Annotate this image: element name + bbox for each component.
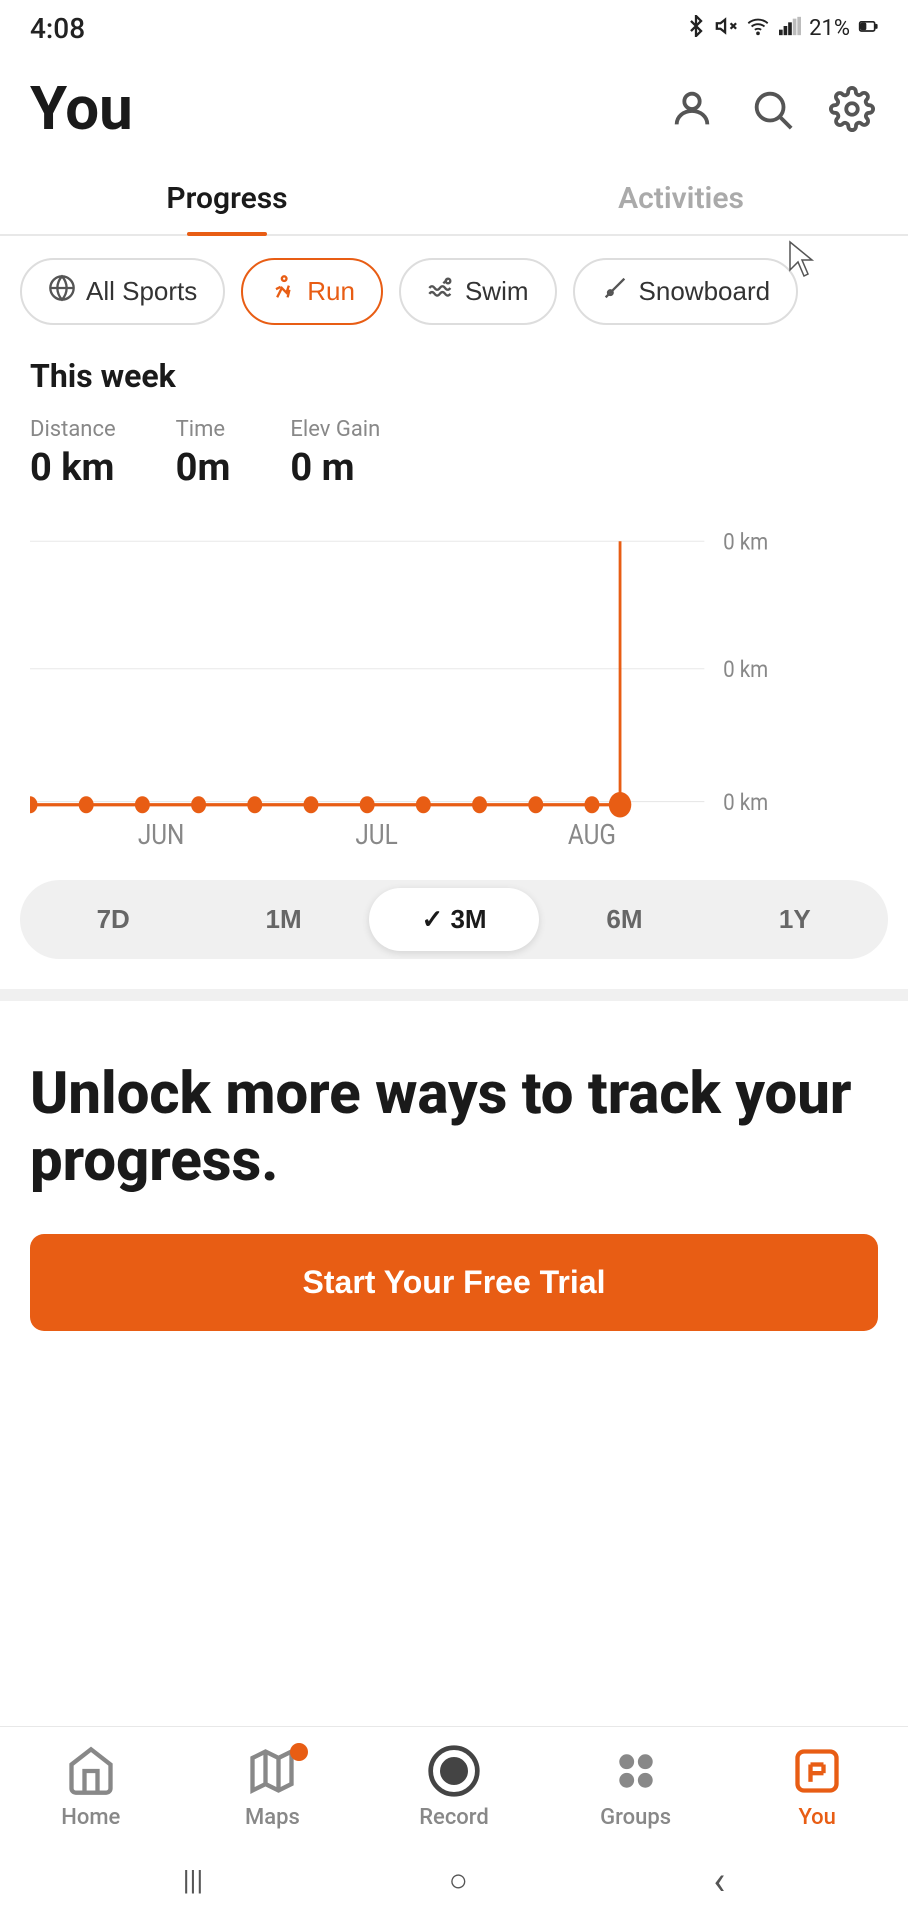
battery-icon bbox=[858, 16, 878, 42]
this-week-title: This week bbox=[30, 357, 878, 395]
all-sports-icon bbox=[48, 274, 76, 309]
tab-activities[interactable]: Activities bbox=[454, 159, 908, 234]
svg-text:0 km: 0 km bbox=[723, 657, 768, 684]
nav-maps-label: Maps bbox=[245, 1805, 300, 1830]
svg-text:AUG: AUG bbox=[568, 820, 616, 852]
system-home-btn[interactable]: ○ bbox=[449, 1861, 468, 1899]
bluetooth-icon bbox=[685, 15, 707, 43]
distance-value: 0 km bbox=[30, 446, 116, 490]
record-icon bbox=[426, 1743, 482, 1799]
sport-snowboard[interactable]: Snowboard bbox=[573, 258, 799, 325]
system-nav-bar: ||| ○ ‹ bbox=[0, 1840, 908, 1920]
trial-button[interactable]: Start Your Free Trial bbox=[30, 1234, 878, 1331]
nav-record[interactable]: Record bbox=[363, 1743, 545, 1830]
range-1y[interactable]: 1Y bbox=[710, 888, 880, 951]
nav-record-label: Record bbox=[419, 1805, 489, 1830]
wifi-icon bbox=[745, 15, 771, 43]
nav-groups[interactable]: Groups bbox=[545, 1743, 727, 1830]
range-1m[interactable]: 1M bbox=[198, 888, 368, 951]
snowboard-icon bbox=[601, 274, 629, 309]
sport-swim[interactable]: Swim bbox=[399, 258, 557, 325]
bottom-navigation: Home Maps Record bbox=[0, 1726, 908, 1840]
status-icons: 21% bbox=[685, 15, 878, 43]
upsell-section: Unlock more ways to track your progress.… bbox=[0, 1011, 908, 1371]
nav-you[interactable]: You bbox=[726, 1743, 908, 1830]
time-value: 0m bbox=[176, 446, 231, 490]
svg-text:JUN: JUN bbox=[138, 820, 185, 852]
nav-you-label: You bbox=[798, 1805, 835, 1830]
stat-elev-gain: Elev Gain 0 m bbox=[290, 417, 380, 490]
settings-icon-button[interactable] bbox=[826, 83, 878, 135]
page-title: You bbox=[30, 73, 133, 144]
status-time: 4:08 bbox=[30, 12, 85, 45]
range-3m[interactable]: ✓ 3M bbox=[369, 888, 539, 951]
svg-text:0 km: 0 km bbox=[723, 790, 768, 817]
status-bar: 4:08 bbox=[0, 0, 908, 53]
distance-label: Distance bbox=[30, 417, 116, 442]
nav-home-label: Home bbox=[61, 1805, 120, 1830]
battery-text: 21% bbox=[809, 16, 850, 41]
swim-icon bbox=[427, 274, 455, 309]
svg-text:JUL: JUL bbox=[355, 820, 397, 852]
elev-label: Elev Gain bbox=[290, 417, 380, 442]
page-header: You bbox=[0, 53, 908, 159]
this-week-section: This week Distance 0 km Time 0m Elev Gai… bbox=[0, 347, 908, 860]
sport-all-sports[interactable]: All Sports bbox=[20, 258, 225, 325]
upsell-title: Unlock more ways to track your progress. bbox=[30, 1061, 878, 1194]
sport-filter-bar: All Sports Run Swim bbox=[0, 236, 908, 347]
nav-home[interactable]: Home bbox=[0, 1743, 182, 1830]
time-range-selector: 7D 1M ✓ 3M 6M 1Y bbox=[20, 880, 888, 959]
maps-badge bbox=[290, 1743, 308, 1761]
mute-icon bbox=[715, 15, 737, 43]
groups-icon bbox=[608, 1743, 664, 1799]
elev-value: 0 m bbox=[290, 446, 380, 490]
chart-svg: JUN JUL AUG 0 km 0 km 0 km bbox=[30, 520, 798, 860]
you-icon bbox=[789, 1743, 845, 1799]
nav-maps[interactable]: Maps bbox=[182, 1743, 364, 1830]
tab-progress[interactable]: Progress bbox=[0, 159, 454, 234]
system-menu-btn[interactable]: ||| bbox=[183, 1864, 204, 1897]
section-divider bbox=[0, 989, 908, 1001]
run-icon bbox=[269, 274, 297, 309]
nav-groups-label: Groups bbox=[600, 1805, 671, 1830]
search-icon-button[interactable] bbox=[746, 83, 798, 135]
progress-chart: JUN JUL AUG 0 km 0 km 0 km bbox=[30, 520, 878, 860]
range-6m[interactable]: 6M bbox=[539, 888, 709, 951]
stat-time: Time 0m bbox=[176, 417, 231, 490]
week-stats: Distance 0 km Time 0m Elev Gain 0 m bbox=[30, 417, 878, 490]
range-7d[interactable]: 7D bbox=[28, 888, 198, 951]
svg-text:0 km: 0 km bbox=[723, 530, 768, 557]
header-action-icons bbox=[666, 83, 878, 135]
time-label: Time bbox=[176, 417, 231, 442]
system-back-btn[interactable]: ‹ bbox=[713, 1857, 725, 1904]
main-tabs: Progress Activities bbox=[0, 159, 908, 236]
signal-icon bbox=[779, 16, 801, 42]
stat-distance: Distance 0 km bbox=[30, 417, 116, 490]
profile-icon-button[interactable] bbox=[666, 83, 718, 135]
sport-run[interactable]: Run bbox=[241, 258, 383, 325]
home-icon bbox=[63, 1743, 119, 1799]
